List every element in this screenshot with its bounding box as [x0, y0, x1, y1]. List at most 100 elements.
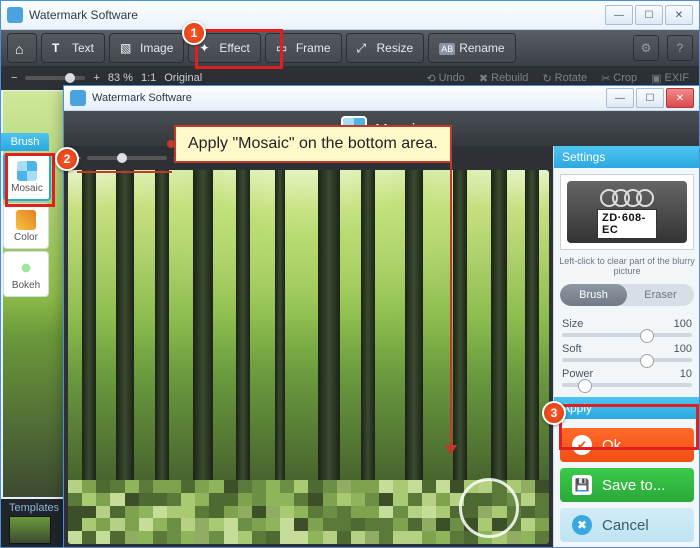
soft-thumb[interactable]	[640, 354, 654, 368]
annotation-marker-2: 2	[55, 147, 79, 171]
zoom-fit[interactable]: 1:1	[141, 72, 156, 84]
rotate-button[interactable]: ↻ Rotate	[542, 72, 587, 85]
resize-icon	[357, 41, 371, 55]
image-label: Image	[140, 41, 173, 55]
zoom-thumb[interactable]	[65, 73, 75, 83]
app-icon	[7, 7, 23, 23]
dialog-canvas[interactable]	[68, 170, 549, 544]
home-button[interactable]	[7, 33, 37, 63]
rename-button[interactable]: Rename	[428, 33, 515, 63]
annotation-marker-3: 3	[542, 401, 566, 425]
annotation-callout: Apply "Mosaic" on the bottom area.	[174, 125, 452, 163]
save-label: Save to...	[602, 477, 665, 494]
preview-car: ZD·608-EC	[567, 181, 687, 243]
brush-bokeh-label: Bokeh	[12, 280, 40, 291]
color-icon	[16, 210, 36, 230]
outer-close-button[interactable]: ✕	[665, 5, 693, 25]
brush-cursor	[459, 478, 519, 538]
brush-color-label: Color	[14, 232, 38, 243]
seg-brush[interactable]: Brush	[560, 284, 627, 306]
settings-header: Settings	[554, 146, 700, 168]
zoom-value: 83 %	[108, 72, 133, 84]
audi-rings-icon	[603, 189, 651, 207]
apply-header: Apply	[554, 397, 700, 419]
outer-maximize-button[interactable]: ☐	[635, 5, 663, 25]
outer-window: Watermark Software — ☐ ✕ Text Image Effe…	[0, 0, 700, 548]
exif-button[interactable]: ▣ EXIF	[651, 72, 689, 85]
settings-gear-button[interactable]: ⚙	[633, 35, 659, 61]
dialog-app-icon	[70, 90, 86, 106]
cancel-button[interactable]: ✖ Cancel	[560, 508, 694, 542]
soft-slider[interactable]	[562, 358, 692, 362]
outer-title: Watermark Software	[29, 8, 605, 22]
save-to-button[interactable]: 💾 Save to...	[560, 468, 694, 502]
save-icon: 💾	[572, 475, 592, 495]
size-thumb[interactable]	[640, 329, 654, 343]
annotation-marker-1: 1	[182, 21, 206, 45]
brush-color[interactable]: Color	[3, 203, 49, 249]
power-slider[interactable]	[562, 383, 692, 387]
cancel-icon: ✖	[572, 515, 592, 535]
main-ribbon: Text Image Effect Frame Resize Rename ⚙ …	[1, 30, 699, 66]
text-button[interactable]: Text	[41, 33, 105, 63]
zoom-in-button[interactable]: +	[93, 72, 99, 84]
size-slider[interactable]	[562, 333, 692, 337]
template-thumbnail[interactable]	[9, 516, 51, 544]
dialog-close-button[interactable]: ✕	[666, 88, 694, 108]
brush-eraser-toggle[interactable]: Brush Eraser	[560, 284, 694, 306]
resize-label: Resize	[377, 41, 414, 55]
home-icon	[15, 41, 29, 55]
soft-value: 100	[674, 343, 692, 355]
callout-connector-left	[77, 171, 172, 173]
sliders: Size100 Soft100 Power10	[554, 310, 700, 389]
ok-label: Ok	[602, 437, 621, 454]
settings-panel: Settings ZD·608-EC Left-click to clear p…	[553, 146, 700, 548]
frame-label: Frame	[296, 41, 331, 55]
brush-panel: Brush Mosaic Color Bokeh	[1, 133, 49, 299]
brush-bokeh[interactable]: Bokeh	[3, 251, 49, 297]
help-button[interactable]: ?	[667, 35, 693, 61]
callout-connector-down	[450, 136, 452, 446]
brush-mosaic-label: Mosaic	[11, 183, 43, 194]
dialog-zoom-thumb[interactable]	[117, 153, 127, 163]
effect-icon	[199, 41, 213, 55]
power-value: 10	[680, 368, 692, 380]
seg-eraser[interactable]: Eraser	[627, 284, 694, 306]
rename-icon	[439, 41, 453, 55]
dialog-maximize-button[interactable]: ☐	[636, 88, 664, 108]
image-icon	[120, 41, 134, 55]
callout-arrowhead	[445, 445, 457, 455]
zoom-slider[interactable]	[25, 76, 85, 80]
power-thumb[interactable]	[578, 379, 592, 393]
templates-label: Templates	[9, 502, 59, 514]
outer-titlebar: Watermark Software — ☐ ✕	[1, 1, 699, 30]
crop-button[interactable]: ✂ Crop	[601, 72, 637, 85]
dialog-title: Watermark Software	[92, 92, 606, 104]
resize-button[interactable]: Resize	[346, 33, 425, 63]
dialog-minimize-button[interactable]: —	[606, 88, 634, 108]
zoom-original[interactable]: Original	[164, 72, 202, 84]
rebuild-button[interactable]: ✖ Rebuild	[479, 72, 529, 85]
undo-button[interactable]: ⟲ Undo	[426, 72, 465, 85]
settings-hint: Left-click to clear part of the blurry p…	[554, 256, 700, 280]
text-label: Text	[72, 41, 94, 55]
size-value: 100	[674, 318, 692, 330]
rename-label: Rename	[459, 41, 504, 55]
brush-header: Brush	[1, 133, 49, 151]
power-label: Power	[562, 368, 593, 380]
dialog-zoom-slider[interactable]	[87, 156, 167, 160]
image-button[interactable]: Image	[109, 33, 184, 63]
soft-label: Soft	[562, 343, 582, 355]
effect-label: Effect	[219, 41, 249, 55]
cancel-label: Cancel	[602, 517, 649, 534]
ok-button[interactable]: ✔ Ok	[560, 428, 694, 462]
outer-minimize-button[interactable]: —	[605, 5, 633, 25]
bokeh-icon	[16, 258, 36, 278]
check-icon: ✔	[572, 435, 592, 455]
brush-mosaic[interactable]: Mosaic	[3, 153, 51, 201]
settings-preview: ZD·608-EC	[560, 174, 694, 250]
zoom-out-button[interactable]: −	[11, 72, 17, 84]
frame-button[interactable]: Frame	[265, 33, 342, 63]
preview-plate: ZD·608-EC	[597, 209, 657, 239]
mosaic-icon	[17, 161, 37, 181]
